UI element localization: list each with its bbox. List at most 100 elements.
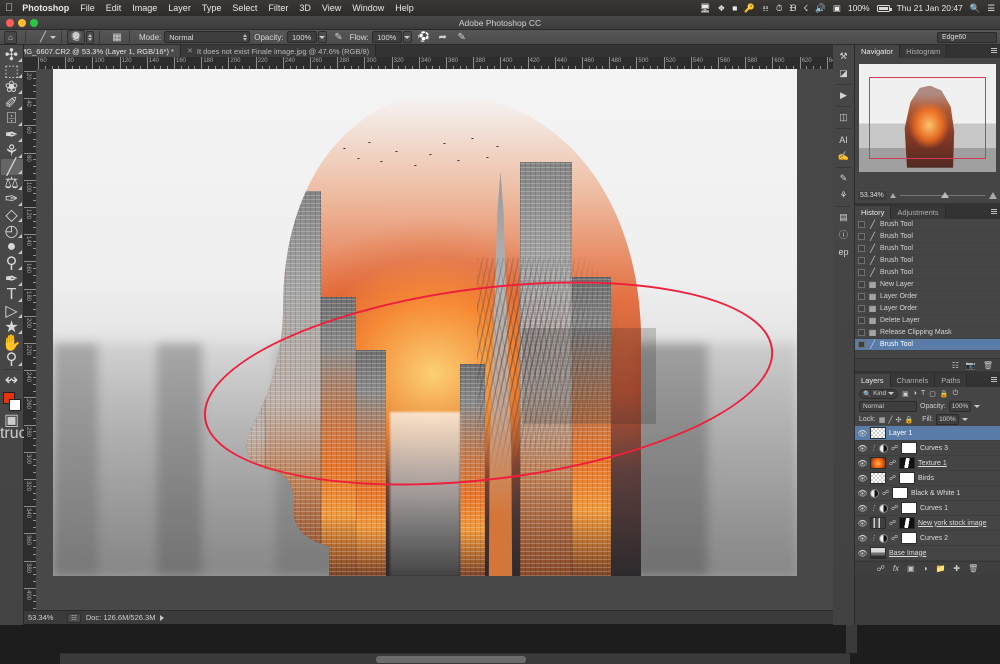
tab-histogram[interactable]: Histogram — [900, 45, 947, 58]
layer-mask-thumbnail[interactable] — [901, 502, 917, 514]
layer-visibility-icon[interactable]: 👁 — [858, 459, 867, 468]
layer-row[interactable]: 👁 ☍ Birds — [855, 471, 1000, 486]
scrollbar-thumb[interactable] — [376, 656, 526, 663]
layer-visibility-icon[interactable]: 👁 — [858, 474, 867, 483]
menu-item-layer[interactable]: Layer — [168, 3, 191, 13]
layer-row[interactable]: 👁 ⋮ ☍ Curves 3 — [855, 441, 1000, 456]
layer-name[interactable]: Layer 1 — [889, 430, 912, 437]
wifi-icon[interactable]: ☇ — [803, 3, 808, 14]
brush-panel-icon[interactable]: ▦ — [110, 31, 124, 44]
adjustment-layer-icon[interactable] — [879, 444, 888, 453]
horizontal-ruler[interactable]: 6080100120140160180200220240260280300320… — [36, 57, 833, 69]
history-state-list[interactable]: ╱Brush Tool ╱Brush Tool ╱Brush Tool ╱Bru… — [855, 219, 1000, 371]
tab-adjustments[interactable]: Adjustments — [891, 206, 945, 219]
new-group-icon[interactable]: 📁 — [935, 564, 945, 573]
history-snapshot-checkbox[interactable] — [858, 305, 865, 312]
new-layer-icon[interactable]: ✚ — [953, 564, 960, 573]
airbrush-icon[interactable]: ⚽ — [417, 31, 431, 44]
history-state[interactable]: ╱Brush Tool — [855, 219, 1000, 231]
filter-pixel-icon[interactable]: ▣ — [902, 390, 909, 398]
history-snapshot-checkbox[interactable] — [858, 233, 865, 240]
menu-item-help[interactable]: Help — [395, 3, 414, 13]
dropbox-icon[interactable]: ❖ — [718, 3, 726, 14]
layer-row[interactable]: 👁 Base Image — [855, 546, 1000, 561]
opacity-slider-toggle[interactable] — [318, 31, 327, 43]
history-state[interactable]: ▦Delete Layer — [855, 315, 1000, 327]
layer-opacity-input[interactable]: 100% — [949, 401, 972, 412]
layers-list[interactable]: 👁 Layer 1 👁 ⋮ ☍ Curves 3 👁 ☍ Texture 1 👁… — [855, 426, 1000, 561]
document-tab-secondary[interactable]: ✕ It does not exist Finale image.jpg @ 4… — [181, 45, 376, 57]
filter-adjustment-icon[interactable]: ◑ — [913, 390, 917, 397]
notification-center-icon[interactable]: ☰ — [987, 3, 995, 14]
panel-menu-icon[interactable] — [991, 48, 997, 53]
search-icon[interactable]: 🔍 — [970, 3, 981, 14]
panel-menu-icon[interactable] — [991, 209, 997, 214]
lock-all-icon[interactable]: 🔒 — [904, 416, 913, 424]
delete-layer-icon[interactable]: 🗑 — [968, 564, 978, 573]
brush-settings-icon[interactable]: ✎ — [834, 170, 854, 187]
timemachine-icon[interactable]: ⏱ — [776, 3, 783, 14]
layer-row[interactable]: 👁 ☍ Texture 1 — [855, 456, 1000, 471]
menu-item-filter[interactable]: Filter — [268, 3, 288, 13]
layer-thumbnail[interactable] — [870, 457, 886, 469]
tab-navigator[interactable]: Navigator — [855, 45, 900, 58]
layer-name[interactable]: New york stock image — [918, 520, 986, 527]
new-adjustment-layer-icon[interactable]: ◑ — [923, 564, 928, 573]
document-tab-active[interactable]: ✕ _MG_6607.CR2 @ 53.3% (Layer 1, RGB/16*… — [0, 45, 181, 57]
layer-visibility-icon[interactable]: 👁 — [858, 504, 867, 513]
layer-thumbnail[interactable] — [870, 517, 886, 529]
layer-name[interactable]: Base Image — [889, 550, 926, 557]
layer-mask-thumbnail[interactable] — [901, 532, 917, 544]
mask-link-icon[interactable]: ☍ — [891, 444, 898, 453]
layer-thumbnail[interactable] — [870, 547, 886, 559]
brush-preset-picker[interactable]: 43 — [67, 30, 85, 44]
smoothing-icon[interactable]: ➦ — [436, 31, 450, 44]
create-snapshot-icon[interactable]: 📷 — [966, 361, 976, 370]
layer-style-fx-icon[interactable]: fx — [893, 564, 899, 573]
history-snapshot-checkbox[interactable] — [858, 281, 865, 288]
gradient-tool[interactable]: ◴ — [1, 223, 23, 239]
screen-mode-icon[interactable]: construction; — [1, 427, 23, 441]
lock-position-icon[interactable]: ✣ — [896, 416, 902, 424]
history-snapshot-checkbox[interactable] — [858, 221, 865, 228]
history-state[interactable]: ▦Layer Order — [855, 303, 1000, 315]
lock-transparent-icon[interactable]: ▦ — [879, 416, 886, 424]
bluetooth-icon[interactable]: ᙝ — [789, 3, 796, 14]
quick-selection-tool[interactable]: ✐ — [1, 95, 23, 111]
history-state[interactable]: ╱Brush Tool — [855, 255, 1000, 267]
layer-row[interactable]: 👁 ⋮ ☍ Curves 2 — [855, 531, 1000, 546]
adjustment-layer-icon[interactable] — [879, 534, 888, 543]
history-state[interactable]: ▦New Layer — [855, 279, 1000, 291]
home-icon[interactable]: ⌂ — [4, 31, 17, 44]
workspace-select[interactable]: Edge60 — [937, 32, 997, 43]
layer-name[interactable]: Birds — [918, 475, 934, 482]
layer-fill-input[interactable]: 100% — [936, 414, 959, 425]
filter-type-icon[interactable]: T — [921, 390, 925, 397]
tab-channels[interactable]: Channels — [891, 374, 936, 387]
apple-icon[interactable]:  — [5, 3, 13, 14]
menu-item-3d[interactable]: 3D — [299, 3, 311, 13]
menu-item-view[interactable]: View — [322, 3, 341, 13]
history-snapshot-checkbox[interactable] — [858, 293, 865, 300]
adjustments-panel-icon[interactable]: ◪ — [834, 65, 854, 82]
history-state[interactable]: ▦Release Clipping Mask — [855, 327, 1000, 339]
color-panel-icon[interactable]: ⚒ — [834, 48, 854, 65]
mask-link-icon[interactable]: ☍ — [891, 504, 898, 513]
pressure-size-icon[interactable]: ✎ — [455, 31, 469, 44]
keychain-icon[interactable]: 🔑 — [744, 3, 755, 14]
history-state[interactable]: ╱Brush Tool — [855, 231, 1000, 243]
zoom-out-icon[interactable] — [890, 193, 896, 198]
history-snapshot-checkbox[interactable] — [858, 317, 865, 324]
menu-item-image[interactable]: Image — [132, 3, 157, 13]
navigator-thumbnail[interactable] — [859, 64, 996, 172]
pen-tool[interactable]: ✒ — [1, 271, 23, 287]
info-icon[interactable]: ⓘ — [834, 226, 854, 243]
history-snapshot-checkbox[interactable] — [858, 269, 865, 276]
layer-name[interactable]: Black & White 1 — [911, 490, 960, 497]
flow-slider-toggle[interactable] — [403, 31, 412, 43]
history-snapshot-checkbox[interactable] — [858, 245, 865, 252]
layer-visibility-icon[interactable]: 👁 — [858, 429, 867, 438]
actions-panel-icon[interactable]: ▶ — [834, 87, 854, 104]
ep-panel-icon[interactable]: ep — [834, 243, 854, 260]
layer-blend-mode-select[interactable]: Normal — [859, 401, 917, 412]
